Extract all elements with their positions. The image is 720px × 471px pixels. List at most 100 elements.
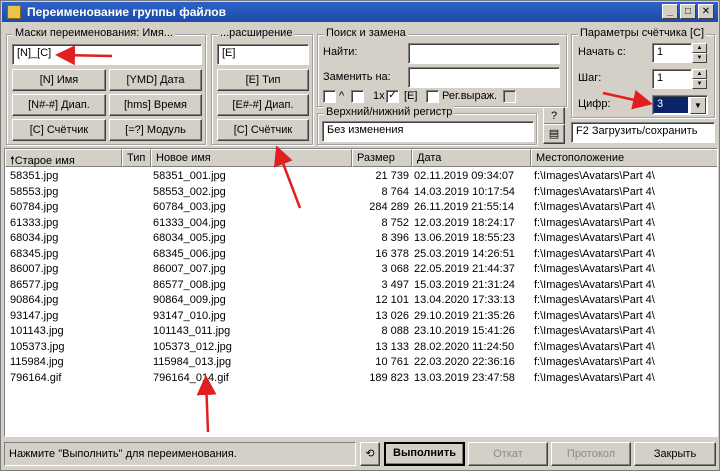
ext-counter-button[interactable]: [C] Счётчик — [217, 119, 309, 141]
load-save-select[interactable]: F2 Загрузить/сохранить — [571, 122, 715, 143]
cell-old-name: 796164.gif — [10, 371, 62, 384]
digits-select[interactable]: 3 ▼ — [652, 95, 708, 115]
cell-size: 16 378 — [375, 247, 409, 260]
column-size[interactable]: Размер — [352, 149, 412, 167]
undo-button[interactable]: Откат — [468, 442, 548, 466]
replace-input[interactable] — [408, 67, 560, 88]
search-group: Поиск и замена Найти: Заменить на: ^ 1x … — [317, 27, 567, 107]
table-row[interactable]: 61333.jpg 61333_004.jpg 8 752 12.03.2019 18… — [5, 216, 717, 232]
cell-location: f:\Images\Avatars\Part 4\ — [534, 356, 655, 368]
case-group: Верхний/нижний регистр Без изменения — [317, 106, 537, 145]
column-type[interactable]: Тип — [122, 149, 151, 167]
table-row[interactable]: 93147.jpg 93147_010.jpg 13 026 29.10.2019 2… — [5, 309, 717, 325]
cell-old-name: 68034.jpg — [10, 232, 59, 244]
name-counter-button[interactable]: [C] Счётчик — [12, 119, 106, 141]
find-input[interactable] — [408, 43, 560, 64]
cell-new-name: 60784_003.jpg — [153, 201, 226, 213]
digits-label: Цифр: — [578, 98, 611, 110]
minimize-button[interactable]: _ — [662, 4, 678, 19]
step-spinner[interactable]: ▲ ▼ — [692, 69, 707, 89]
cell-location: f:\Images\Avatars\Part 4\ — [534, 170, 655, 182]
ext-type-button[interactable]: [E] Тип — [217, 69, 309, 91]
table-row[interactable]: 101143.jpg 101143_011.jpg 8 088 23.10.2019 … — [5, 324, 717, 340]
cell-old-name: 90864.jpg — [10, 294, 59, 306]
cell-old-name: 93147.jpg — [10, 309, 59, 322]
title-bar[interactable]: Переименование группы файлов _ □ ✕ — [2, 2, 718, 22]
name-range-button[interactable]: [N#-#] Диап. — [12, 94, 106, 116]
cell-location: f:\Images\Avatars\Part 4\ — [534, 263, 655, 275]
digits-dropdown-arrow[interactable]: ▼ — [690, 97, 706, 114]
ext-search-checkbox[interactable]: ✓ — [386, 90, 399, 103]
start-spinner[interactable]: ▲ ▼ — [692, 43, 707, 63]
cell-size: 3 497 — [381, 278, 409, 291]
history-button[interactable]: ⟲ — [360, 442, 380, 466]
caret-checkbox[interactable] — [323, 90, 336, 103]
table-row[interactable]: 115984.jpg 115984_013.jpg 10 761 22.03.2020… — [5, 355, 717, 371]
name-mask-input[interactable]: [N]_[C] — [12, 44, 202, 65]
cell-old-name: 101143.jpg — [10, 325, 64, 337]
table-row[interactable]: 68034.jpg 68034_005.jpg 8 396 13.06.2019 18… — [5, 231, 717, 247]
app-icon — [7, 5, 21, 19]
column-date[interactable]: Дата — [412, 149, 531, 167]
masks-group-title: Маски переименования: Имя... — [13, 27, 175, 39]
cell-new-name: 58351_001.jpg — [153, 170, 226, 182]
cell-date: 13.04.2020 17:33:13 — [414, 294, 515, 306]
start-input[interactable]: 1 — [652, 43, 692, 63]
once-label: 1x — [373, 90, 385, 102]
cell-date: 13.03.2019 23:47:58 — [414, 371, 515, 384]
table-row[interactable]: 60784.jpg 60784_003.jpg 284 289 26.11.2019 … — [5, 200, 717, 216]
cell-new-name: 61333_004.jpg — [153, 216, 226, 229]
cell-location: f:\Images\Avatars\Part 4\ — [534, 371, 655, 384]
table-row[interactable]: 796164.gif 796164_014.gif 189 823 13.03.201… — [5, 371, 717, 387]
find-label: Найти: — [323, 46, 358, 58]
date-button[interactable]: [YMD] Дата — [109, 69, 202, 91]
cell-old-name: 60784.jpg — [10, 201, 59, 213]
cell-date: 12.03.2019 18:24:17 — [414, 216, 515, 229]
ext-search-label: [E] — [404, 90, 418, 102]
step-input[interactable]: 1 — [652, 69, 692, 89]
ext-range-button[interactable]: [E#-#] Диап. — [217, 94, 309, 116]
table-row[interactable]: 86577.jpg 86577_008.jpg 3 497 15.03.2019 21… — [5, 278, 717, 294]
table-row[interactable]: 105373.jpg 105373_012.jpg 13 133 28.02.2020… — [5, 340, 717, 356]
help-button[interactable]: ? — [543, 107, 565, 125]
cell-old-name: 105373.jpg — [10, 340, 65, 353]
cell-date: 22.05.2019 21:44:37 — [414, 263, 515, 275]
run-button[interactable]: Выполнить — [384, 442, 465, 466]
cell-new-name: 90864_009.jpg — [153, 294, 226, 306]
name-button[interactable]: [N] Имя — [12, 69, 106, 91]
table-row[interactable]: 58351.jpg 58351_001.jpg 21 739 02.11.2019 0… — [5, 169, 717, 185]
cell-date: 26.11.2019 21:55:14 — [414, 201, 515, 213]
table-row[interactable]: 58553.jpg 58553_002.jpg 8 764 14.03.2019 10… — [5, 185, 717, 201]
column-location[interactable]: Местоположение — [531, 149, 717, 167]
close-button[interactable]: Закрыть — [634, 442, 716, 466]
once-checkbox[interactable] — [351, 90, 364, 103]
cell-size: 10 761 — [375, 356, 409, 368]
maximize-button[interactable]: □ — [680, 4, 696, 19]
search-group-title: Поиск и замена — [324, 27, 408, 39]
file-list[interactable]: 🠕Старое имя Тип Новое имя Размер Дата Ме… — [4, 148, 718, 437]
case-select[interactable]: Без изменения — [322, 121, 534, 142]
table-row[interactable]: 86007.jpg 86007_007.jpg 3 068 22.05.2019 21… — [5, 262, 717, 278]
cell-date: 02.11.2019 09:34:07 — [414, 170, 515, 182]
cell-location: f:\Images\Avatars\Part 4\ — [534, 278, 655, 291]
extension-mask-input[interactable]: [E] — [217, 44, 309, 65]
digits-value: 3 — [654, 97, 688, 113]
list-header: 🠕Старое имя Тип Новое имя Размер Дата Ме… — [5, 149, 717, 167]
cell-date: 14.03.2019 10:17:54 — [414, 185, 515, 198]
cell-old-name: 58553.jpg — [10, 185, 59, 198]
column-old-name[interactable]: 🠕Старое имя — [5, 149, 122, 167]
cell-date: 28.02.2020 11:24:50 — [414, 340, 515, 353]
module-button[interactable]: [=?] Модуль — [109, 119, 202, 141]
regex-checkbox[interactable] — [426, 90, 439, 103]
presets-button[interactable]: ▤ — [543, 124, 565, 144]
close-window-button[interactable]: ✕ — [698, 4, 714, 19]
time-button[interactable]: [hms] Время — [109, 94, 202, 116]
cell-location: f:\Images\Avatars\Part 4\ — [534, 216, 655, 229]
status-bar: Нажмите "Выполнить" для переименования. — [4, 442, 356, 466]
log-button[interactable]: Протокол — [551, 442, 631, 466]
table-row[interactable]: 68345.jpg 68345_006.jpg 16 378 25.03.2019 1… — [5, 247, 717, 263]
cell-location: f:\Images\Avatars\Part 4\ — [534, 247, 655, 260]
cell-new-name: 101143_011.jpg — [153, 325, 231, 337]
table-row[interactable]: 90864.jpg 90864_009.jpg 12 101 13.04.2020 1… — [5, 293, 717, 309]
column-new-name[interactable]: Новое имя — [151, 149, 352, 167]
